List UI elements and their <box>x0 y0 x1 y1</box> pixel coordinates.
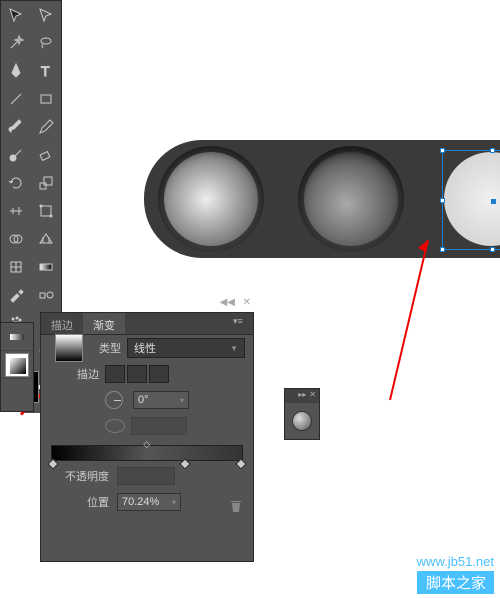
mini-panel-expand-icon[interactable]: ▸▸ <box>298 390 306 402</box>
opacity-label: 不透明度 <box>49 468 109 484</box>
magic-wand-tool-icon[interactable] <box>1 29 31 57</box>
sphere-3-selected[interactable] <box>444 152 500 246</box>
stroke-gradient-across-icon[interactable] <box>149 365 169 383</box>
collapsed-panels-dock <box>0 322 34 412</box>
selection-tool-icon[interactable] <box>1 1 31 29</box>
svg-text:T: T <box>41 63 50 79</box>
delete-stop-icon[interactable] <box>229 499 243 513</box>
gradient-panel: ◀◀ ✕ 描边 渐变 类型 线性 描边 0° ◇ <box>40 312 254 562</box>
stroke-gradient-within-icon[interactable] <box>105 365 125 383</box>
pencil-tool-icon[interactable] <box>31 113 61 141</box>
eyedropper-tool-icon[interactable] <box>1 281 31 309</box>
sphere-1[interactable] <box>164 152 258 246</box>
document-canvas[interactable]: 路径 <box>62 0 500 320</box>
watermark-site: 脚本之家 <box>417 571 494 594</box>
type-tool-icon[interactable]: T <box>31 57 61 85</box>
gradient-panel-icon[interactable] <box>1 323 33 351</box>
stop-location-field[interactable]: 70.24% <box>117 493 181 511</box>
gradient-angle-field[interactable]: 0° <box>133 391 189 409</box>
gradient-ramp[interactable]: ◇ <box>51 445 243 461</box>
panel-close-icon[interactable]: ✕ <box>243 297 251 308</box>
stop-opacity-field[interactable] <box>117 467 175 485</box>
pen-tool-icon[interactable] <box>1 57 31 85</box>
panel-tab-bar: 描边 渐变 <box>41 313 253 335</box>
rounded-rect-shape[interactable] <box>144 140 500 258</box>
panel-collapse-icon[interactable]: ◀◀ <box>220 297 235 308</box>
stroke-gradient-along-icon[interactable] <box>127 365 147 383</box>
mini-panel-close-icon[interactable]: ✕ <box>309 390 316 402</box>
line-tool-icon[interactable] <box>1 85 31 113</box>
perspective-grid-tool-icon[interactable] <box>31 225 61 253</box>
type-label: 类型 <box>89 340 121 356</box>
angle-icon <box>105 391 123 409</box>
blend-tool-icon[interactable] <box>31 281 61 309</box>
gradient-aspect-field[interactable] <box>131 417 187 435</box>
scale-tool-icon[interactable] <box>31 169 61 197</box>
tab-gradient[interactable]: 渐变 <box>83 313 125 334</box>
location-label: 位置 <box>49 494 109 510</box>
eraser-tool-icon[interactable] <box>31 141 61 169</box>
sphere-2[interactable] <box>304 152 398 246</box>
collapsed-appearance-panel[interactable]: ▸▸ ✕ <box>284 388 320 440</box>
shape-builder-tool-icon[interactable] <box>1 225 31 253</box>
free-transform-tool-icon[interactable] <box>31 197 61 225</box>
watermark-url: www.jb51.net <box>417 554 494 569</box>
gradient-midpoint-handle[interactable]: ◇ <box>143 439 150 450</box>
width-tool-icon[interactable] <box>1 197 31 225</box>
watermark: www.jb51.net 脚本之家 <box>417 554 494 594</box>
rectangle-tool-icon[interactable] <box>31 85 61 113</box>
aspect-ratio-icon <box>105 419 125 433</box>
tab-stroke[interactable]: 描边 <box>41 313 83 334</box>
mesh-tool-icon[interactable] <box>1 253 31 281</box>
gradient-preview-swatch[interactable] <box>55 334 83 362</box>
direct-selection-tool-icon[interactable] <box>31 1 61 29</box>
paintbrush-tool-icon[interactable] <box>1 113 31 141</box>
blob-brush-tool-icon[interactable] <box>1 141 31 169</box>
swatches-panel-icon[interactable] <box>1 351 33 379</box>
rotate-tool-icon[interactable] <box>1 169 31 197</box>
panel-menu-icon[interactable] <box>233 315 251 329</box>
lasso-tool-icon[interactable] <box>31 29 61 57</box>
stroke-label: 描边 <box>49 366 99 382</box>
gradient-tool-icon[interactable] <box>31 253 61 281</box>
appearance-thumbnail-icon[interactable] <box>292 411 312 431</box>
gradient-type-dropdown[interactable]: 线性 <box>127 338 245 358</box>
